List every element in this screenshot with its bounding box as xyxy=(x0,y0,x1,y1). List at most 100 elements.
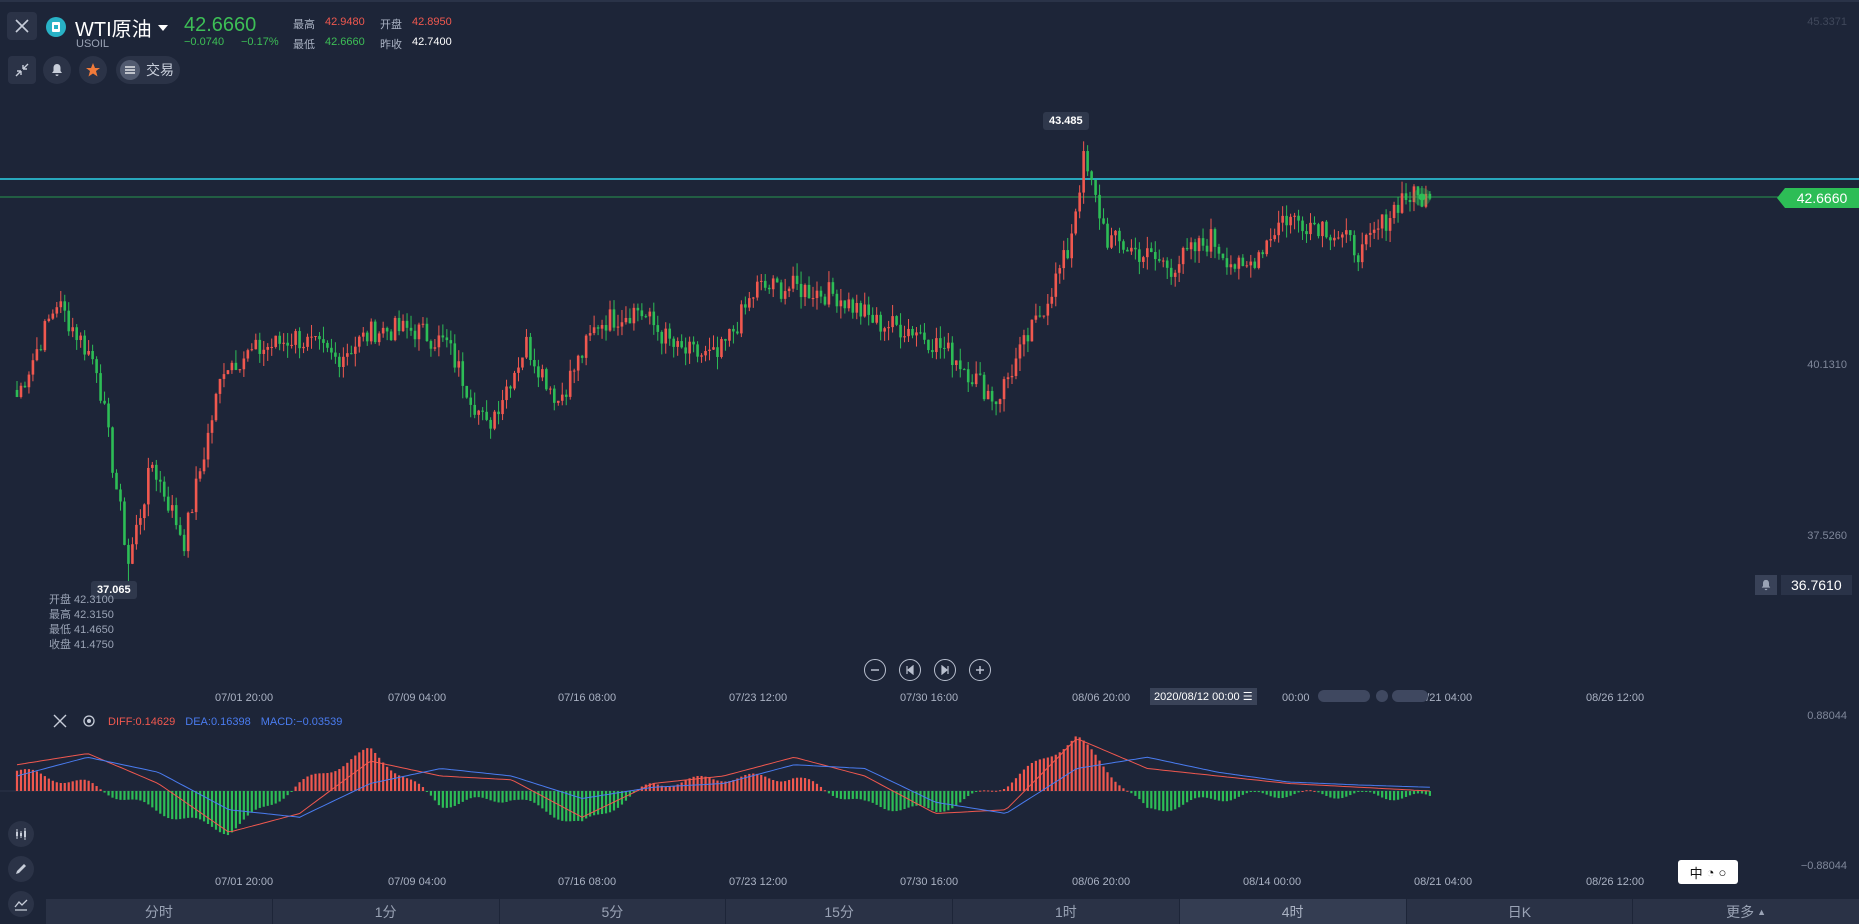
candle-body xyxy=(1022,335,1026,345)
tab-more[interactable]: 更多 ▲ xyxy=(1633,899,1859,924)
draw-tool[interactable] xyxy=(8,856,34,882)
candle-body xyxy=(250,349,254,351)
x-axis-label: 07/16 08:00 xyxy=(558,692,617,704)
macd-settings-icon[interactable] xyxy=(82,714,96,728)
macd-bar xyxy=(1154,791,1157,810)
line-tool[interactable] xyxy=(8,891,34,917)
scroll-end-button[interactable] xyxy=(934,659,956,681)
macd-bar xyxy=(1381,791,1384,798)
candle-body xyxy=(549,388,552,390)
macd-x-label: 07/09 04:00 xyxy=(388,876,447,888)
macd-bar xyxy=(1241,791,1244,795)
macd-bar xyxy=(497,791,500,803)
candle-body xyxy=(350,353,353,355)
macd-bar xyxy=(911,791,914,807)
macd-bar xyxy=(115,791,118,800)
candle-body xyxy=(107,403,110,428)
candle-body xyxy=(95,359,98,374)
candle-body xyxy=(385,327,389,332)
macd-bar xyxy=(258,791,261,808)
macd-bar xyxy=(887,791,890,811)
candle-body xyxy=(63,301,67,311)
candle-body xyxy=(588,333,592,336)
macd-bar xyxy=(1297,791,1300,793)
candle-body xyxy=(1384,214,1388,231)
candle-body xyxy=(15,389,19,397)
close-button[interactable] xyxy=(7,12,37,40)
macd-bar xyxy=(302,779,305,791)
candle-body xyxy=(978,373,982,375)
ohlc-high: 最高 42.3150 xyxy=(49,609,114,621)
zoom-out-button[interactable] xyxy=(864,659,886,681)
macd-bar xyxy=(294,786,297,791)
candle-body xyxy=(1193,242,1197,252)
indicator-tool[interactable] xyxy=(8,821,34,847)
macd-bar xyxy=(143,791,146,803)
tab-15min[interactable]: 15分 xyxy=(726,899,953,924)
price-chart[interactable] xyxy=(0,0,1859,924)
tab-5min[interactable]: 5分 xyxy=(500,899,727,924)
candle-body xyxy=(879,314,882,332)
timeframe-tabs: 分时 1分 5分 15分 1时 4时 日K 更多 ▲ xyxy=(46,899,1859,924)
candle-body xyxy=(262,349,266,354)
scroll-start-button[interactable] xyxy=(899,659,921,681)
alert-button[interactable] xyxy=(43,56,71,84)
macd-bar xyxy=(903,791,906,810)
candle-body xyxy=(111,427,114,473)
candle-body xyxy=(330,347,333,353)
macd-bar xyxy=(19,769,23,791)
y-axis-top-label: 45.3371 xyxy=(1807,16,1847,28)
fullscreen-button[interactable] xyxy=(8,56,36,84)
candle-body xyxy=(51,313,55,319)
macd-close-icon[interactable] xyxy=(52,713,68,729)
macd-bar xyxy=(1106,772,1109,791)
candle-body xyxy=(720,339,723,357)
tab-daily[interactable]: 日K xyxy=(1407,899,1634,924)
candle-body xyxy=(1376,228,1380,230)
scroll-indicator[interactable] xyxy=(1376,690,1388,702)
scroll-indicator[interactable] xyxy=(1392,690,1428,702)
candle-body xyxy=(298,331,301,349)
candle-body xyxy=(1138,249,1141,262)
candle-body xyxy=(509,386,512,389)
language-toggle[interactable]: 中 ◔ ○ xyxy=(1678,860,1738,884)
macd-bar xyxy=(437,791,440,806)
candle-body xyxy=(1197,238,1201,252)
tab-1min[interactable]: 1分 xyxy=(273,899,500,924)
candle-body xyxy=(55,307,59,314)
macd-bar xyxy=(481,791,484,798)
candle-body xyxy=(218,378,222,394)
macd-x-label: 08/14 00:00 xyxy=(1243,876,1302,888)
candle-body xyxy=(537,366,540,378)
candle-body xyxy=(322,339,325,343)
tab-4hour[interactable]: 4时 xyxy=(1179,899,1407,924)
caret-up-icon: ▲ xyxy=(1757,906,1767,917)
candle-body xyxy=(1165,260,1169,268)
candle-body xyxy=(1245,265,1249,267)
high-annotation: 43.485 xyxy=(1043,112,1089,130)
candle-body xyxy=(1181,247,1185,265)
favorite-button[interactable] xyxy=(79,56,107,84)
candle-body xyxy=(1372,229,1376,233)
candle-body xyxy=(1225,258,1229,268)
tab-timeline[interactable]: 分时 xyxy=(46,899,273,924)
candle-body xyxy=(194,478,198,513)
candle-body xyxy=(1094,179,1097,195)
price-alert-marker[interactable]: 36.7610 xyxy=(1755,575,1852,595)
candle-body xyxy=(23,385,27,388)
candle-body xyxy=(445,337,449,341)
candle-body xyxy=(393,317,397,341)
macd-bar xyxy=(453,791,456,806)
zoom-in-button[interactable] xyxy=(969,659,991,681)
candle-body xyxy=(620,322,624,327)
trade-button[interactable]: 交易 xyxy=(116,56,180,84)
macd-bar xyxy=(1325,791,1328,796)
macd-bar xyxy=(310,774,313,791)
candle-body xyxy=(59,301,63,308)
macd-bar xyxy=(1249,791,1252,793)
scroll-indicator[interactable] xyxy=(1318,690,1370,702)
tab-1hour[interactable]: 1时 xyxy=(953,899,1180,924)
macd-bar xyxy=(549,791,552,815)
macd-bar xyxy=(457,791,460,805)
macd-bar xyxy=(326,773,329,791)
